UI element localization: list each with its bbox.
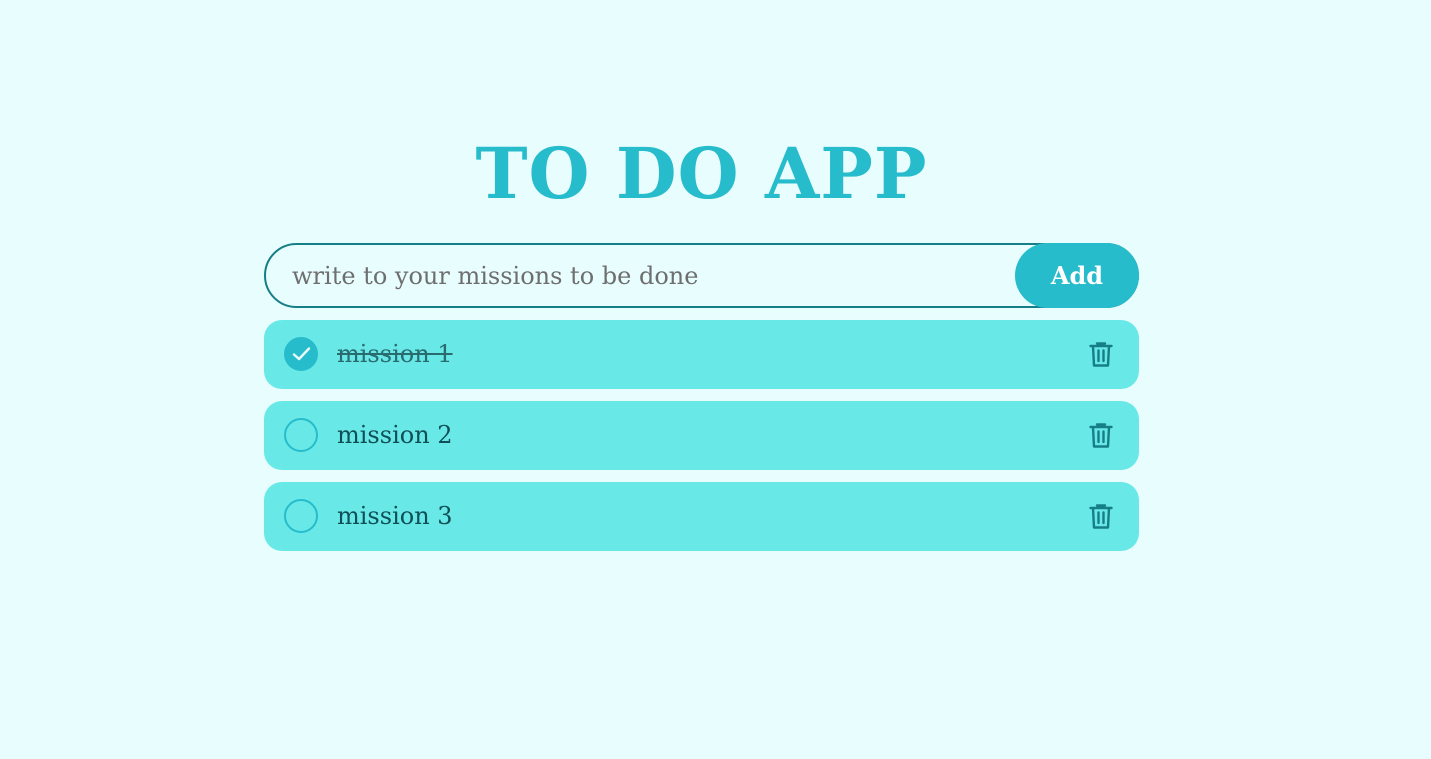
check-icon (292, 347, 311, 361)
mission-input[interactable] (264, 243, 1139, 308)
trash-icon[interactable] (1089, 503, 1113, 530)
mission-list: mission 1 mission 2 mission 3 (264, 320, 1139, 563)
add-button[interactable]: Add (1015, 243, 1139, 308)
mission-label: mission 2 (337, 421, 453, 449)
complete-checkbox[interactable] (284, 337, 318, 371)
trash-icon[interactable] (1089, 341, 1113, 368)
page-title: TO DO APP (475, 132, 928, 215)
complete-checkbox[interactable] (284, 499, 318, 533)
list-item: mission 3 (264, 482, 1139, 551)
list-item: mission 1 (264, 320, 1139, 389)
trash-icon[interactable] (1089, 422, 1113, 449)
mission-label: mission 3 (337, 502, 453, 530)
mission-label: mission 1 (337, 340, 453, 368)
list-item: mission 2 (264, 401, 1139, 470)
add-mission-form: Add (264, 243, 1139, 308)
complete-checkbox[interactable] (284, 418, 318, 452)
